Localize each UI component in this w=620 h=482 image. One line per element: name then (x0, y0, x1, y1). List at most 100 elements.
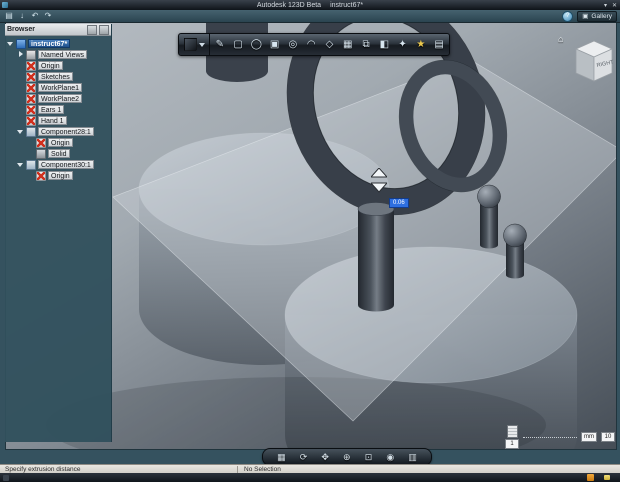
view-cube[interactable]: ⌂ RIGHT (558, 32, 616, 86)
fit-icon[interactable]: ⊡ (365, 450, 373, 464)
modeling-toolbar: ✎ ▢ ◯ ▣ ◎ ◠ ◇ ▦ ⧉ ◧ ✦ ★ ▤ (178, 33, 450, 56)
tree-item-component30-origin[interactable]: Origin (5, 170, 111, 181)
ball-pin-2-solid[interactable] (504, 224, 527, 279)
gallery-label: Gallery (591, 12, 612, 21)
tree-item-component28-solid[interactable]: Solid (5, 148, 111, 159)
ruler-icon[interactable] (507, 425, 518, 438)
caret-spacer (17, 62, 24, 69)
tree-item-origin[interactable]: Origin (5, 60, 111, 71)
extrusion-value-tooltip[interactable]: 0.06 (389, 198, 409, 208)
caret-down-icon[interactable] (7, 40, 14, 47)
undo-icon[interactable]: ↶ (30, 11, 40, 21)
tree-item-label: Component28:1 (38, 127, 94, 136)
nav-menu-icon[interactable]: ▦ (277, 450, 286, 464)
scale-left-value[interactable]: 1 (505, 439, 519, 449)
hidden-x-icon[interactable] (26, 94, 36, 104)
view-cube-graphic[interactable]: RIGHT (570, 36, 616, 84)
hidden-x-icon[interactable] (26, 83, 36, 93)
tree-item-hand[interactable]: Hand 1 (5, 115, 111, 126)
tree-item-ears[interactable]: Ears 1 (5, 104, 111, 115)
tool-box-icon[interactable]: ▢ (230, 35, 247, 54)
tree-item-named-views[interactable]: Named Views (5, 49, 111, 60)
tree-item-sketches[interactable]: Sketches (5, 71, 111, 82)
caret-down-icon[interactable] (17, 161, 24, 168)
look-at-icon[interactable]: ◉ (386, 450, 394, 464)
tool-fillet-icon[interactable]: ◇ (321, 35, 338, 54)
browser-close-icon[interactable] (99, 25, 109, 35)
tree-item-workplane1[interactable]: WorkPlane1 (5, 82, 111, 93)
window-close-icon[interactable]: ✕ (612, 2, 617, 9)
status-prompt: Specify extrusion distance (5, 466, 237, 473)
tree-item-label: Named Views (38, 50, 87, 59)
browser-panel: Browser instruct67* Named Views Origin (5, 24, 112, 442)
selection-status: No Selection (237, 466, 281, 473)
tree-item-label: WorkPlane1 (38, 83, 82, 92)
orbit-icon[interactable]: ⟳ (300, 450, 308, 464)
hidden-x-icon[interactable] (26, 105, 36, 115)
document-title: instruct67* (330, 2, 363, 9)
redo-icon[interactable]: ↷ (43, 11, 53, 21)
tree-item-workplane2[interactable]: WorkPlane2 (5, 93, 111, 104)
extruded-peg-solid[interactable] (358, 203, 394, 312)
os-taskbar[interactable] (0, 473, 620, 482)
taskbar-app-icon[interactable] (3, 475, 9, 481)
ball-pin-1-solid[interactable] (478, 185, 501, 249)
scale-unit[interactable]: mm (581, 432, 597, 442)
tree-item-label: instruct67* (28, 39, 70, 48)
window-title: Autodesk 123D Beta instruct67* (257, 2, 363, 9)
tool-torus-icon[interactable]: ◎ (284, 35, 301, 54)
tool-sphere-icon[interactable]: ◯ (248, 35, 265, 54)
tool-sweep-icon[interactable]: ◠ (303, 35, 320, 54)
pan-icon[interactable]: ✥ (321, 450, 329, 464)
home-icon[interactable]: ⌂ (558, 34, 563, 44)
tree-item-component28-origin[interactable]: Origin (5, 137, 111, 148)
window-menu-caret-icon[interactable]: ▾ (604, 2, 607, 9)
snap-increment-value[interactable]: 10 (601, 432, 615, 442)
app-menu-icon[interactable]: ▤ (4, 11, 14, 21)
hidden-x-icon[interactable] (36, 138, 46, 148)
tree-item-label: Hand 1 (38, 116, 67, 125)
hidden-x-icon[interactable] (26, 61, 36, 71)
tray-yellow-icon[interactable] (604, 475, 610, 480)
extrusion-drag-handle[interactable] (371, 168, 387, 199)
tray-orange-icon[interactable] (587, 474, 594, 481)
quick-access-toolbar: ▤ ↓ ↶ ↷ (4, 11, 53, 21)
tree-item-label: Ears 1 (38, 105, 64, 114)
caret-spacer (27, 139, 34, 146)
browser-title: Browser (7, 26, 85, 33)
menu-bar: ▤ ↓ ↶ ↷ ? ▣ Gallery (0, 10, 620, 23)
tool-folder-icon[interactable]: ▤ (431, 35, 448, 54)
browser-options-icon[interactable] (87, 25, 97, 35)
tree-item-label: Component30:1 (38, 160, 94, 169)
scale-ticks[interactable] (523, 436, 577, 438)
tool-material-icon[interactable]: ✦ (394, 35, 411, 54)
tree-item-document-root[interactable]: instruct67* (5, 38, 111, 49)
app-window: Autodesk 123D Beta instruct67* ▾ ✕ ▤ ↓ ↶… (0, 0, 620, 482)
help-button[interactable]: ? (562, 11, 573, 22)
tree-item-component28[interactable]: Component28:1 (5, 126, 111, 137)
tool-pattern-icon[interactable]: ▦ (339, 35, 356, 54)
tool-sketch-icon[interactable]: ✎ (211, 35, 228, 54)
zoom-icon[interactable]: ⊕ (343, 450, 351, 464)
caret-spacer (17, 106, 24, 113)
caret-spacer (27, 150, 34, 157)
display-settings-icon[interactable]: ▥ (408, 450, 417, 464)
tool-cylinder-icon[interactable]: ▣ (266, 35, 283, 54)
tree-item-label: Origin (48, 138, 73, 147)
caret-right-icon[interactable] (17, 51, 24, 58)
hidden-x-icon[interactable] (36, 171, 46, 181)
tool-favorite-icon[interactable]: ★ (412, 35, 429, 54)
chevron-down-icon (199, 43, 205, 47)
component-icon (26, 127, 36, 137)
caret-down-icon[interactable] (17, 128, 24, 135)
hidden-x-icon[interactable] (26, 72, 36, 82)
solid-icon (36, 149, 46, 159)
toolbar-app-menu[interactable] (179, 34, 210, 55)
tool-combine-icon[interactable]: ⧉ (358, 35, 375, 54)
browser-header: Browser (5, 24, 111, 36)
save-icon[interactable]: ↓ (17, 11, 27, 21)
gallery-button[interactable]: ▣ Gallery (577, 11, 617, 22)
tool-split-icon[interactable]: ◧ (376, 35, 393, 54)
tree-item-component30[interactable]: Component30:1 (5, 159, 111, 170)
hidden-x-icon[interactable] (26, 116, 36, 126)
